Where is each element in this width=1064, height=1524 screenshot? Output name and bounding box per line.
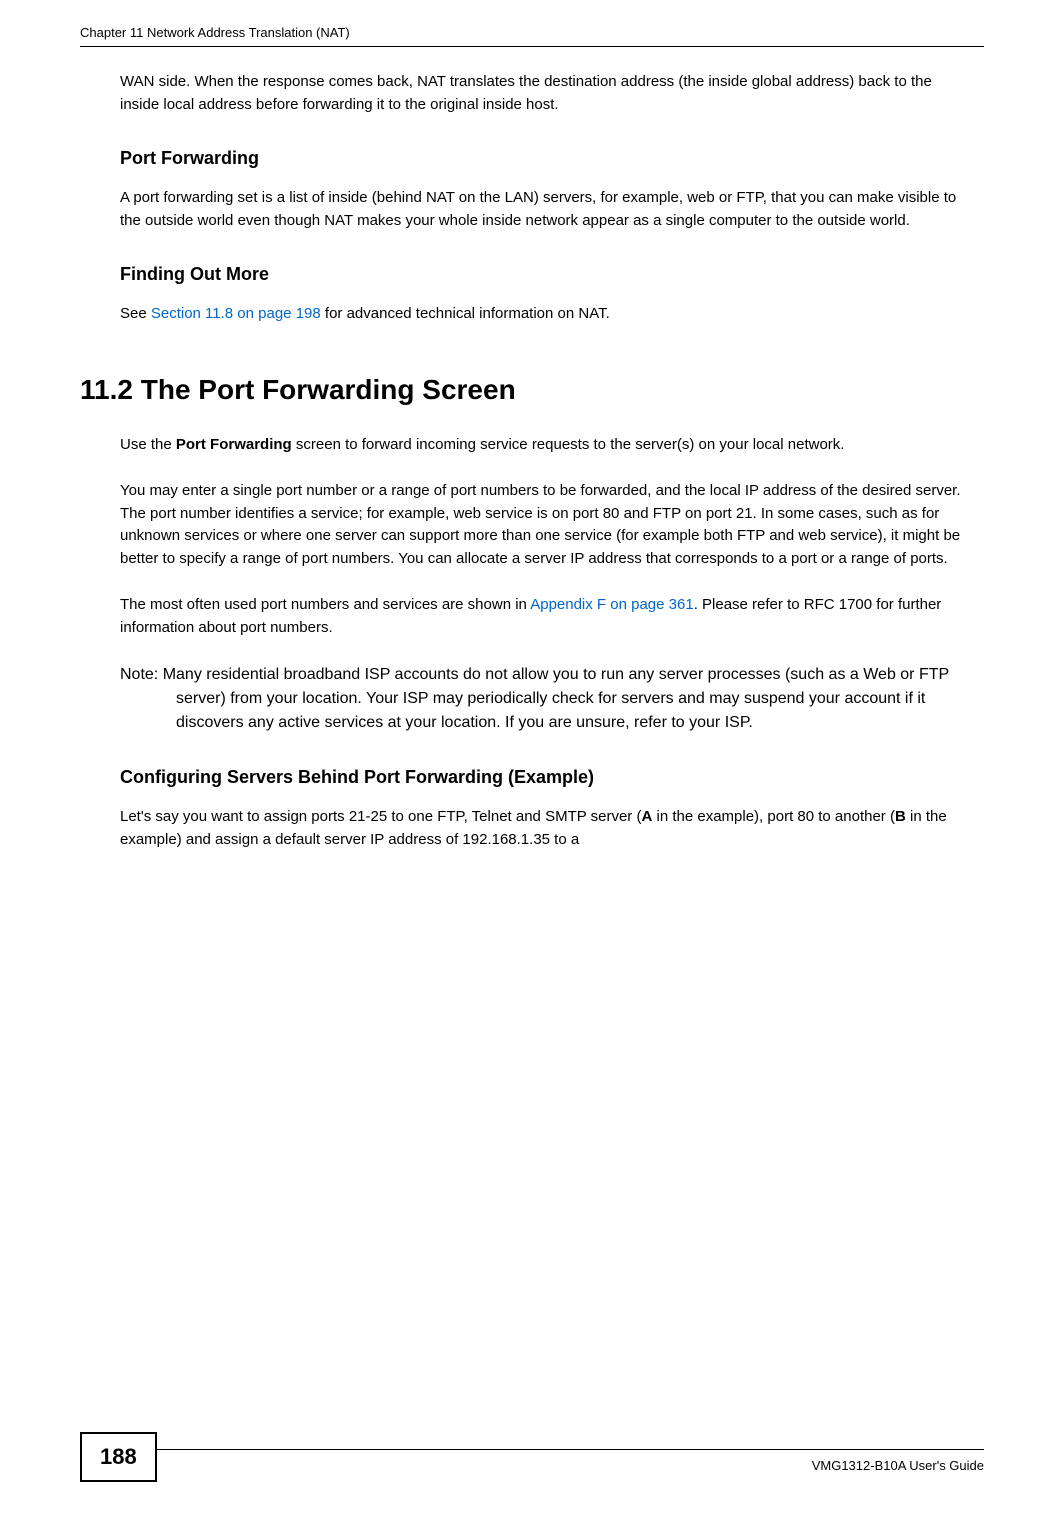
cs-bold2: B: [895, 808, 906, 825]
appendix-link[interactable]: Appendix F on page 361: [530, 596, 693, 613]
finding-out-more-heading: Finding Out More: [120, 264, 984, 285]
page-footer: 188 VMG1312-B10A User's Guide: [0, 1449, 1064, 1500]
cs-bold1: A: [641, 808, 652, 825]
isp-note: Note: Many residential broadband ISP acc…: [120, 663, 974, 735]
section-11-2-p2: You may enter a single port number or a …: [120, 480, 974, 570]
p3-prefix: The most often used port numbers and ser…: [120, 596, 530, 613]
intro-paragraph: WAN side. When the response comes back, …: [120, 71, 974, 116]
port-forwarding-heading: Port Forwarding: [120, 148, 984, 169]
chapter-title: Chapter 11 Network Address Translation (…: [80, 25, 350, 40]
page-number: 188: [80, 1432, 157, 1482]
fom-suffix: for advanced technical information on NA…: [321, 305, 610, 322]
section-11-2-p1: Use the Port Forwarding screen to forwar…: [120, 434, 974, 457]
page-header: Chapter 11 Network Address Translation (…: [80, 24, 984, 47]
p1-suffix: screen to forward incoming service reque…: [292, 436, 845, 453]
port-forwarding-body: A port forwarding set is a list of insid…: [120, 187, 974, 232]
section-link[interactable]: Section 11.8 on page 198: [151, 305, 321, 322]
cs-part1: Let's say you want to assign ports 21-25…: [120, 808, 641, 825]
configuring-servers-body: Let's say you want to assign ports 21-25…: [120, 806, 974, 851]
p1-bold: Port Forwarding: [176, 436, 292, 453]
cs-part2: in the example), port 80 to another (: [652, 808, 895, 825]
configuring-servers-heading: Configuring Servers Behind Port Forwardi…: [120, 767, 984, 788]
p1-prefix: Use the: [120, 436, 176, 453]
finding-out-more-body: See Section 11.8 on page 198 for advance…: [120, 303, 974, 326]
section-11-2-heading: 11.2 The Port Forwarding Screen: [80, 374, 984, 406]
guide-name: VMG1312-B10A User's Guide: [812, 1458, 984, 1473]
section-11-2-p3: The most often used port numbers and ser…: [120, 594, 974, 639]
note-content: Note: Many residential broadband ISP acc…: [120, 663, 974, 735]
fom-prefix: See: [120, 305, 151, 322]
